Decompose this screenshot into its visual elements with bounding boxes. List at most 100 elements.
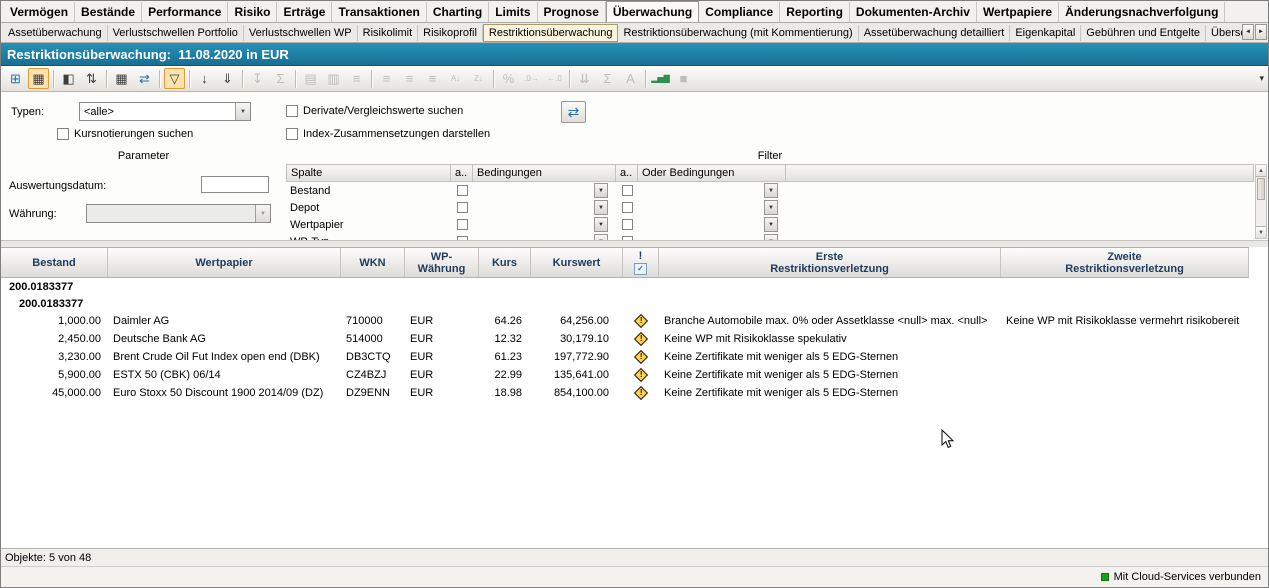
tab-asset-berwachung[interactable]: Assetüberwachung	[3, 25, 108, 41]
column-header-erste[interactable]: ErsteRestriktionsverletzung	[659, 248, 1001, 277]
dropdown-arrow-button[interactable]: ▼	[764, 200, 778, 215]
panel-layout-icon[interactable]: ◧	[58, 68, 79, 89]
column-header-zweite[interactable]: ZweiteRestriktionsverletzung	[1001, 248, 1249, 277]
tab-restriktions-berwachung[interactable]: Restriktionsüberwachung	[483, 24, 619, 42]
bar-chart-icon[interactable]: ▂▅▇	[650, 68, 671, 89]
index-zusammensetzungen-checkbox-label: Index-Zusammensetzungen darstellen	[303, 128, 490, 140]
warning-column-filter-button[interactable]: ✓	[634, 263, 647, 275]
tab-verlustschwellen-wp[interactable]: Verlustschwellen WP	[244, 25, 358, 41]
cell-erste: Keine Zertifikate mit weniger als 5 EDG-…	[659, 387, 1001, 399]
dropdown-arrow-button[interactable]: ▼	[594, 183, 608, 198]
menu-item-ertr-ge[interactable]: Erträge	[277, 2, 332, 22]
tab-asset-berwachung-detailliert[interactable]: Assetüberwachung detailliert	[859, 25, 1011, 41]
refresh-search-button[interactable]: ⇄	[561, 101, 586, 123]
calendar-icon[interactable]: ▦	[111, 68, 132, 89]
cell-wertpapier: Daimler AG	[108, 315, 341, 327]
menu-item-best-nde[interactable]: Bestände	[75, 2, 142, 22]
fill-down-icon[interactable]: ⇓	[217, 68, 238, 89]
checkbox[interactable]	[622, 202, 633, 213]
kursnotierungen-checkbox[interactable]: Kursnotierungen suchen	[57, 128, 193, 140]
filter-or-cell	[616, 202, 638, 213]
tab-scroll-left-button[interactable]: ◄	[1242, 24, 1254, 40]
menu-item-verm-gen[interactable]: Vermögen	[4, 2, 75, 22]
menu-item-risiko[interactable]: Risiko	[228, 2, 277, 22]
tab-risikoprofil[interactable]: Risikoprofil	[418, 25, 483, 41]
scroll-up-icon[interactable]: ▲	[1256, 165, 1266, 177]
column-header-warn[interactable]: !✓	[623, 248, 659, 277]
menu-item-dokumenten-archiv[interactable]: Dokumenten-Archiv	[850, 2, 977, 22]
derivate-checkbox[interactable]: Derivate/Vergleichswerte suchen	[286, 105, 463, 117]
column-header-wp-waehrung[interactable]: WP-Währung	[405, 248, 479, 277]
scrollbar-thumb[interactable]	[1257, 178, 1265, 200]
view-titlebar: Restriktionsüberwachung: 11.08.2020 in E…	[1, 43, 1268, 66]
filter-icon[interactable]: ▽	[164, 68, 185, 89]
checkbox[interactable]	[457, 236, 468, 240]
filter-table-scrollbar[interactable]: ▲ ▼	[1255, 164, 1267, 239]
column-header-kurswert[interactable]: Kurswert	[531, 248, 623, 277]
header-line: Bestand	[32, 257, 75, 269]
table-row[interactable]: 45,000.00Euro Stoxx 50 Discount 1900 201…	[1, 384, 1268, 402]
menu-item-performance[interactable]: Performance	[142, 2, 228, 22]
column-header-wkn[interactable]: WKN	[341, 248, 405, 277]
tab-eigenkapital[interactable]: Eigenkapital	[1010, 25, 1081, 41]
cell-warn: !	[623, 388, 659, 398]
tab-berschuss[interactable]: Überschuss	[1206, 25, 1242, 41]
menu-item-limits[interactable]: Limits	[489, 2, 537, 22]
column-header-wertpapier[interactable]: Wertpapier	[108, 248, 341, 277]
checkbox[interactable]	[622, 236, 633, 240]
insert-row-icon[interactable]: ↓	[194, 68, 215, 89]
refresh-icon[interactable]: ⇄	[134, 68, 155, 89]
cell-wkn: 710000	[341, 315, 405, 327]
menu-item-reporting[interactable]: Reporting	[780, 2, 850, 22]
table-row[interactable]: 2,450.00Deutsche Bank AG514000EUR12.3230…	[1, 330, 1268, 348]
group-row[interactable]: 200.0183377	[1, 278, 1268, 295]
app-window: VermögenBeständePerformanceRisikoErträge…	[0, 0, 1269, 588]
group-row[interactable]: 200.0183377	[1, 295, 1268, 312]
checkbox[interactable]	[457, 202, 468, 213]
auswertungsdatum-input[interactable]	[201, 176, 269, 193]
export-table-icon[interactable]: ⊞	[5, 68, 26, 89]
checkbox[interactable]	[622, 219, 633, 230]
tab-risikolimit[interactable]: Risikolimit	[358, 25, 419, 41]
cell-wp-waehrung: EUR	[405, 351, 479, 363]
cell-erste: Keine Zertifikate mit weniger als 5 EDG-…	[659, 369, 1001, 381]
dropdown-arrow-button[interactable]: ▼	[594, 217, 608, 232]
tab-scroll-right-button[interactable]: ►	[1255, 24, 1267, 40]
tab-geb-hren-und-entgelte[interactable]: Gebühren und Entgelte	[1081, 25, 1206, 41]
scroll-down-icon[interactable]: ▼	[1256, 226, 1266, 238]
table-row[interactable]: 5,900.00ESTX 50 (CBK) 06/14CZ4BZJEUR22.9…	[1, 366, 1268, 384]
dropdown-arrow-button[interactable]: ▼	[764, 217, 778, 232]
menu-item-berwachung[interactable]: Überwachung	[606, 1, 699, 23]
index-zusammensetzungen-checkbox[interactable]: Index-Zusammensetzungen darstellen	[286, 128, 490, 140]
menu-item-wertpapiere[interactable]: Wertpapiere	[977, 2, 1059, 22]
dropdown-arrow-button[interactable]: ▼	[764, 234, 778, 240]
typen-select[interactable]: <alle> ▼	[79, 102, 251, 121]
toolbar-separator	[53, 70, 54, 88]
tab-restriktions-berwachung-mit-kommentierung[interactable]: Restriktionsüberwachung (mit Kommentieru…	[618, 25, 858, 41]
menu-item-compliance[interactable]: Compliance	[699, 2, 780, 22]
status-bar: Objekte: 5 von 48	[1, 548, 1268, 566]
filter-column-header-a-1: a..	[451, 164, 473, 182]
column-header-bestand[interactable]: Bestand	[1, 248, 108, 277]
menu-item-nderungsnachverfolgung[interactable]: Änderungsnachverfolgung	[1059, 2, 1225, 22]
menu-item-charting[interactable]: Charting	[427, 2, 489, 22]
dropdown-arrow-button[interactable]: ▼	[594, 234, 608, 240]
checkbox[interactable]	[457, 185, 468, 196]
checkbox[interactable]	[457, 219, 468, 230]
warning-exclamation: !	[640, 353, 643, 361]
toolbar-separator	[159, 70, 160, 88]
dropdown-arrow-button[interactable]: ▼	[594, 200, 608, 215]
table-row[interactable]: 3,230.00Brent Crude Oil Fut Index open e…	[1, 348, 1268, 366]
toolbar-overflow-button[interactable]: ▾	[1259, 73, 1264, 84]
menu-item-transaktionen[interactable]: Transaktionen	[332, 2, 426, 22]
filter-row-label: Bestand	[286, 185, 451, 197]
table-row[interactable]: 1,000.00Daimler AG710000EUR64.2664,256.0…	[1, 312, 1268, 330]
swap-panels-icon[interactable]: ⇅	[81, 68, 102, 89]
checkbox[interactable]	[622, 185, 633, 196]
filter-condition-cell: ▼	[473, 200, 616, 215]
column-header-kurs[interactable]: Kurs	[479, 248, 531, 277]
chart-analysis-icon[interactable]: ▦	[28, 68, 49, 89]
tab-verlustschwellen-portfolio[interactable]: Verlustschwellen Portfolio	[108, 25, 244, 41]
menu-item-prognose[interactable]: Prognose	[538, 2, 606, 22]
dropdown-arrow-button[interactable]: ▼	[764, 183, 778, 198]
